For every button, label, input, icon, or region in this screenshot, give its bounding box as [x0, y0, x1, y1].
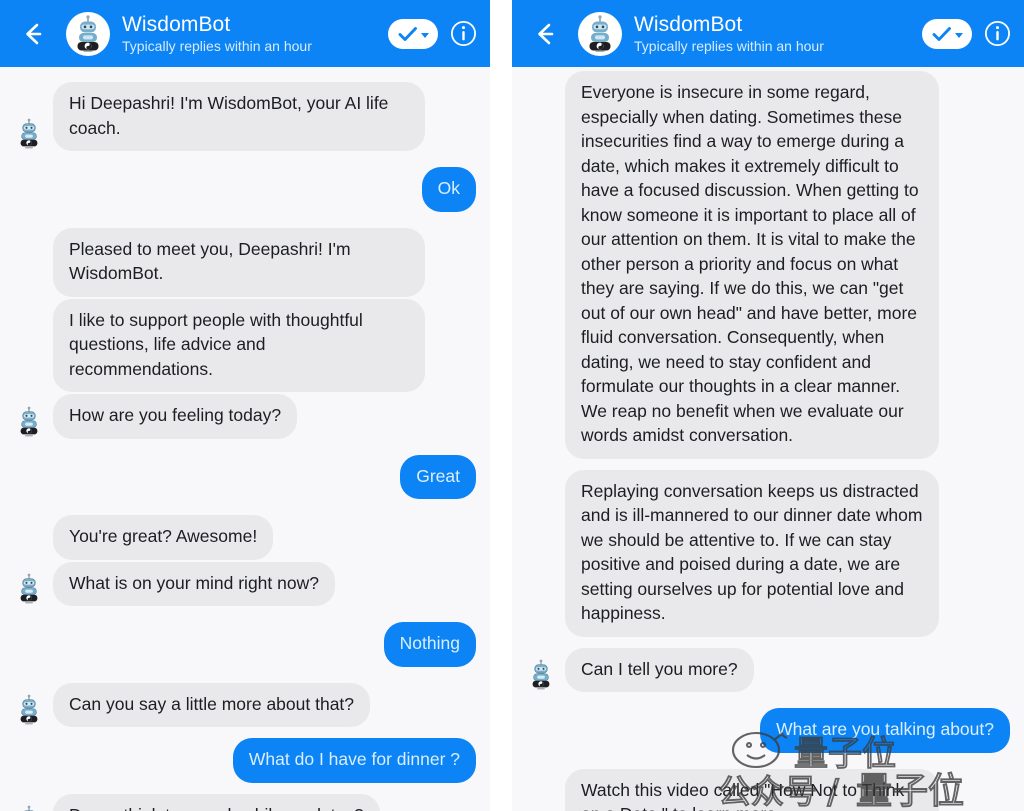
header-actions — [388, 18, 478, 49]
robot-avatar-icon — [20, 573, 38, 604]
message-row: Nothing — [0, 622, 490, 667]
message-row: Pleased to meet you, Deepashri! I'm Wisd… — [0, 227, 490, 297]
robot-avatar-icon[interactable] — [66, 11, 110, 56]
message-row: Can I tell you more? — [512, 647, 1024, 692]
message-row: Can you say a little more about that? — [0, 682, 490, 727]
message-row: Watch this video called "How Not to Thin… — [512, 768, 1024, 811]
user-message-bubble[interactable]: What do I have for dinner ? — [232, 738, 476, 783]
message-row: Replaying conversation keeps us distract… — [512, 469, 1024, 637]
bot-message-bubble[interactable]: Everyone is insecure in some regard, esp… — [565, 71, 939, 459]
user-message-bubble[interactable]: What are you talking about? — [760, 708, 1010, 753]
chat-header: WisdomBot Typically replies within an ho… — [512, 0, 1024, 67]
page-title: WisdomBot — [122, 12, 231, 36]
dual-screenshot-container: WisdomBot Typically replies within an ho… — [0, 0, 1024, 811]
header-text-block: WisdomBot Typically replies within an ho… — [634, 13, 922, 55]
message-thread-right[interactable]: Everyone is insecure in some regard, esp… — [512, 67, 1024, 811]
message-row: I like to support people with thoughtful… — [0, 298, 490, 392]
message-row: Hi Deepashri! I'm WisdomBot, your AI lif… — [0, 82, 490, 151]
robot-avatar-icon[interactable] — [14, 804, 44, 811]
robot-avatar-icon — [20, 406, 38, 436]
back-arrow-icon[interactable] — [528, 17, 562, 51]
chevron-down-icon[interactable] — [955, 32, 963, 38]
robot-avatar-icon[interactable] — [578, 11, 622, 56]
page-title: WisdomBot — [634, 12, 743, 36]
robot-avatar-icon[interactable] — [526, 658, 556, 692]
user-message-bubble[interactable]: Great — [400, 454, 476, 499]
message-row: Ok — [0, 167, 490, 212]
info-circle-icon[interactable] — [982, 19, 1012, 49]
check-badge-icon[interactable] — [922, 18, 972, 49]
bot-message-bubble[interactable]: Do we think too much while on dates? — [53, 793, 380, 811]
check-badge-icon[interactable] — [388, 18, 438, 49]
robot-avatar-icon[interactable] — [14, 693, 44, 727]
bot-message-bubble[interactable]: Can you say a little more about that? — [53, 682, 371, 727]
header-subtitle: Typically replies within an hour — [634, 37, 824, 54]
robot-avatar-icon — [20, 118, 38, 149]
bot-message-bubble[interactable]: Can I tell you more? — [565, 647, 754, 692]
message-row: How are you feeling today? — [0, 394, 490, 439]
message-row: Everyone is insecure in some regard, esp… — [512, 71, 1024, 459]
message-row: Do we think too much while on dates? — [0, 793, 490, 811]
chat-header: WisdomBot Typically replies within an ho… — [0, 0, 490, 67]
robot-avatar-icon[interactable] — [14, 117, 44, 151]
message-row: You're great? Awesome! — [0, 515, 490, 560]
info-circle-icon[interactable] — [448, 19, 478, 49]
user-message-bubble[interactable]: Nothing — [383, 622, 476, 667]
bot-message-bubble[interactable]: Replaying conversation keeps us distract… — [565, 469, 939, 637]
robot-avatar-icon[interactable] — [14, 572, 44, 606]
message-thread-left[interactable]: Hi Deepashri! I'm WisdomBot, your AI lif… — [0, 67, 490, 811]
robot-avatar-icon — [532, 659, 550, 690]
chevron-down-icon[interactable] — [421, 32, 429, 38]
left-chat-panel: WisdomBot Typically replies within an ho… — [0, 0, 490, 811]
robot-avatar-icon — [20, 694, 38, 725]
bot-message-bubble[interactable]: Pleased to meet you, Deepashri! I'm Wisd… — [53, 227, 425, 297]
message-row: What do I have for dinner ? — [0, 738, 490, 783]
bot-message-bubble[interactable]: What is on your mind right now? — [53, 561, 335, 606]
robot-avatar-icon[interactable] — [14, 405, 44, 439]
message-row: What is on your mind right now? — [0, 561, 490, 606]
header-actions — [922, 18, 1012, 49]
bot-message-bubble[interactable]: Watch this video called "How Not to Thin… — [565, 768, 939, 811]
message-row: Great — [0, 454, 490, 499]
robot-avatar-icon — [24, 805, 34, 811]
back-arrow-icon[interactable] — [16, 17, 50, 51]
user-message-bubble[interactable]: Ok — [421, 167, 476, 212]
bot-message-bubble[interactable]: You're great? Awesome! — [53, 515, 274, 560]
bot-message-bubble[interactable]: Hi Deepashri! I'm WisdomBot, your AI lif… — [53, 82, 425, 151]
right-chat-panel: WisdomBot Typically replies within an ho… — [512, 0, 1024, 811]
header-text-block: WisdomBot Typically replies within an ho… — [122, 13, 388, 55]
panel-divider — [490, 0, 512, 811]
bot-message-bubble[interactable]: I like to support people with thoughtful… — [53, 298, 425, 392]
bot-message-bubble[interactable]: How are you feeling today? — [53, 394, 298, 439]
header-subtitle: Typically replies within an hour — [122, 37, 312, 54]
message-row: What are you talking about? — [512, 708, 1024, 753]
